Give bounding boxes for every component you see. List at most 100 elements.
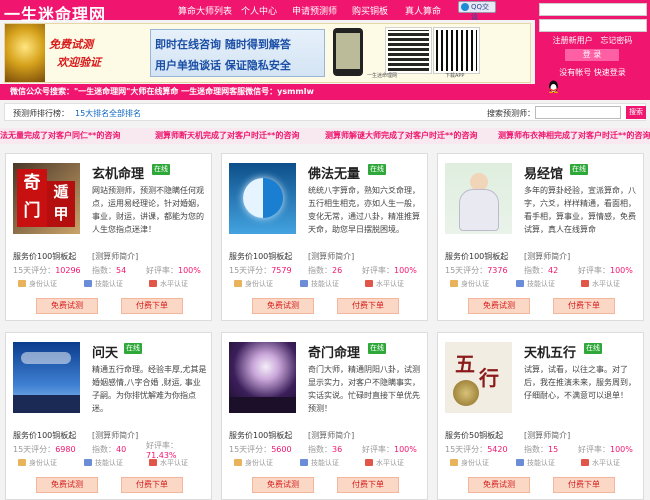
online-badge: 在线: [570, 164, 588, 175]
forecaster-description: 精通五行命理。经验丰厚,尤其是婚姻感情,八字合婚 ,财运, 事业 子嗣。为你排忧…: [92, 365, 207, 413]
paid-order-button[interactable]: 付费下单: [337, 298, 399, 314]
eval-score: 15天评分：5600: [229, 445, 292, 454]
forecaster-avatar[interactable]: 五行: [445, 342, 512, 413]
forecaster-card[interactable]: 奇门遁甲 玄机命理 在线 网站预测师，预测不隐瞒任何观点，运用易经理论，针对婚姻…: [5, 153, 212, 321]
index-score: 指数：26: [308, 266, 343, 275]
forecaster-intro-link[interactable]: [测算师简介]: [308, 251, 354, 262]
forecaster-card[interactable]: 奇门命理 在线 奇门大师，精通阴阳八卦，试测显示实力，对客户不隐瞒事实，实话实说…: [221, 332, 428, 500]
skill-cert: 技能认证: [300, 279, 339, 289]
forecaster-avatar[interactable]: 奇门遁甲: [13, 163, 80, 234]
identity-cert: 身份认证: [450, 279, 489, 289]
index-score: 指数：42: [524, 266, 559, 275]
forecaster-intro-link[interactable]: [测算师简介]: [524, 430, 570, 441]
qq-icon: [461, 3, 469, 11]
paid-order-button[interactable]: 付费下单: [121, 298, 183, 314]
paid-order-button[interactable]: 付费下单: [553, 477, 615, 493]
level-badge-icon: [365, 280, 373, 287]
index-score: 指数：36: [308, 445, 343, 454]
forecaster-name[interactable]: 玄机命理: [92, 163, 144, 182]
id-card-icon: [450, 280, 458, 287]
forecaster-card[interactable]: 五行 天机五行 在线 试算，试看，以往之事。对了后，我在推演未来，服务周到，仔细…: [437, 332, 644, 500]
free-test-button[interactable]: 免费试测: [36, 298, 98, 314]
service-price: 服务价100铜板起: [229, 431, 293, 440]
nav-master-list[interactable]: 算命大师列表: [178, 4, 232, 17]
paid-order-button[interactable]: 付费下单: [121, 477, 183, 493]
forecaster-intro-link[interactable]: [测算师简介]: [308, 430, 354, 441]
forecaster-intro-link[interactable]: [测算师简介]: [524, 251, 570, 262]
positive-rate-value: 100%: [610, 445, 633, 454]
free-test-button[interactable]: 免费试测: [252, 477, 314, 493]
search-button[interactable]: 搜索: [626, 106, 646, 119]
forecaster-name[interactable]: 问天: [92, 342, 118, 361]
index-score-value: 15: [548, 445, 559, 454]
free-test-button[interactable]: 免费试测: [252, 298, 314, 314]
qq-penguin-icon[interactable]: [548, 80, 559, 93]
forecaster-name[interactable]: 易经馆: [524, 163, 563, 182]
graduation-cap-icon: [300, 280, 308, 287]
forecaster-avatar[interactable]: [229, 163, 296, 234]
positive-rate: 好评率：100%: [362, 445, 417, 454]
forecaster-name[interactable]: 天机五行: [524, 342, 576, 361]
service-price: 服务价100铜板起: [13, 431, 77, 440]
positive-rate-value: 100%: [394, 266, 417, 275]
ranking-label: 预测师排行榜：: [13, 109, 69, 118]
nav-buy-coins[interactable]: 购买铜板: [352, 4, 388, 17]
forecaster-card[interactable]: 佛法无量 在线 统统八字算命，熟知六爻命理，五行相生相克，亦如人生一般，变化无常…: [221, 153, 428, 321]
id-card-icon: [18, 459, 26, 466]
service-price: 服务价50铜板起: [445, 431, 504, 440]
free-test-button[interactable]: 免费试测: [468, 477, 530, 493]
forecaster-card[interactable]: 易经馆 在线 多年的算卦经验，宣派算命，八字，六爻，样样精通，看面相，看手相，算…: [437, 153, 644, 321]
positive-rate-value: 100%: [394, 445, 417, 454]
graduation-cap-icon: [84, 280, 92, 287]
level-cert: 水平认证: [149, 458, 188, 468]
login-button[interactable]: 登 录: [565, 49, 619, 61]
identity-cert: 身份认证: [18, 458, 57, 468]
ticker-item: 测算师布衣神相完成了对客户时迁**的咨询: [498, 131, 650, 140]
free-test-button[interactable]: 免费试测: [36, 477, 98, 493]
qr-caption-app: 下载APP: [445, 73, 465, 79]
forecaster-intro-link[interactable]: [测算师简介]: [92, 430, 138, 441]
forecaster-name[interactable]: 奇门命理: [308, 342, 360, 361]
banner-free-test: 免费试测: [49, 38, 93, 51]
site-logo[interactable]: 一生迷命理网: [4, 1, 106, 25]
identity-cert: 身份认证: [234, 458, 273, 468]
forecaster-avatar[interactable]: [445, 163, 512, 234]
forecaster-name[interactable]: 佛法无量: [308, 163, 360, 182]
paid-order-button[interactable]: 付费下单: [337, 477, 399, 493]
skill-cert: 技能认证: [84, 458, 123, 468]
free-test-button[interactable]: 免费试测: [468, 298, 530, 314]
register-link[interactable]: 注册新用户: [553, 36, 593, 45]
eval-score: 15天评分：10296: [13, 266, 81, 275]
index-score-value: 54: [116, 266, 127, 275]
promo-banner[interactable]: 免费试测 欢迎验证 即时在线咨询 随时得到解答 用户单独谈话 保证隐私安全 一生…: [4, 23, 531, 83]
username-input[interactable]: [539, 3, 647, 16]
wechat-qr-code: [385, 27, 432, 74]
nav-apply-forecaster[interactable]: 申请预测师: [292, 4, 337, 17]
level-badge-icon: [581, 280, 589, 287]
forecaster-avatar[interactable]: [13, 342, 80, 413]
id-card-icon: [234, 280, 242, 287]
all-ranking-link[interactable]: 全部排名: [109, 108, 141, 119]
password-input[interactable]: [539, 19, 647, 32]
eval-score-value: 5600: [271, 445, 292, 454]
qr-caption-site: 一生迷命理网: [367, 73, 398, 79]
quick-login-link[interactable]: 没有帐号 快速登录: [535, 67, 650, 78]
level-badge-icon: [365, 459, 373, 466]
forecaster-description: 统统八字算命，熟知六爻命理，五行相生相克，亦如人生一般，变化无常，通过八卦，精准…: [308, 186, 420, 234]
forecaster-card[interactable]: 问天 在线 精通五行命理。经验丰厚,尤其是婚姻感情,八字合婚 ,财运, 事业 子…: [5, 332, 212, 500]
skill-cert: 技能认证: [84, 279, 123, 289]
nav-real-fortune[interactable]: 真人算命: [405, 4, 441, 17]
search-forecaster-input[interactable]: [535, 106, 621, 119]
paid-order-button[interactable]: 付费下单: [553, 298, 615, 314]
banner-slogan: 即时在线咨询 随时得到解答 用户单独谈话 保证隐私安全: [150, 29, 325, 77]
id-card-icon: [450, 459, 458, 466]
qq-chat-button[interactable]: QQ交谈: [458, 1, 496, 21]
nav-personal-center[interactable]: 个人中心: [241, 4, 277, 17]
level-cert: 水平认证: [149, 279, 188, 289]
forecaster-avatar[interactable]: [229, 342, 296, 413]
banner-slogan-line2: 用户单独谈话 保证隐私安全: [155, 59, 291, 72]
top15-ranking-link[interactable]: 15大排名: [75, 108, 109, 119]
forecaster-intro-link[interactable]: [测算师简介]: [92, 251, 138, 262]
forgot-password-link[interactable]: 忘记密码: [600, 36, 632, 45]
index-score-value: 40: [116, 445, 127, 454]
